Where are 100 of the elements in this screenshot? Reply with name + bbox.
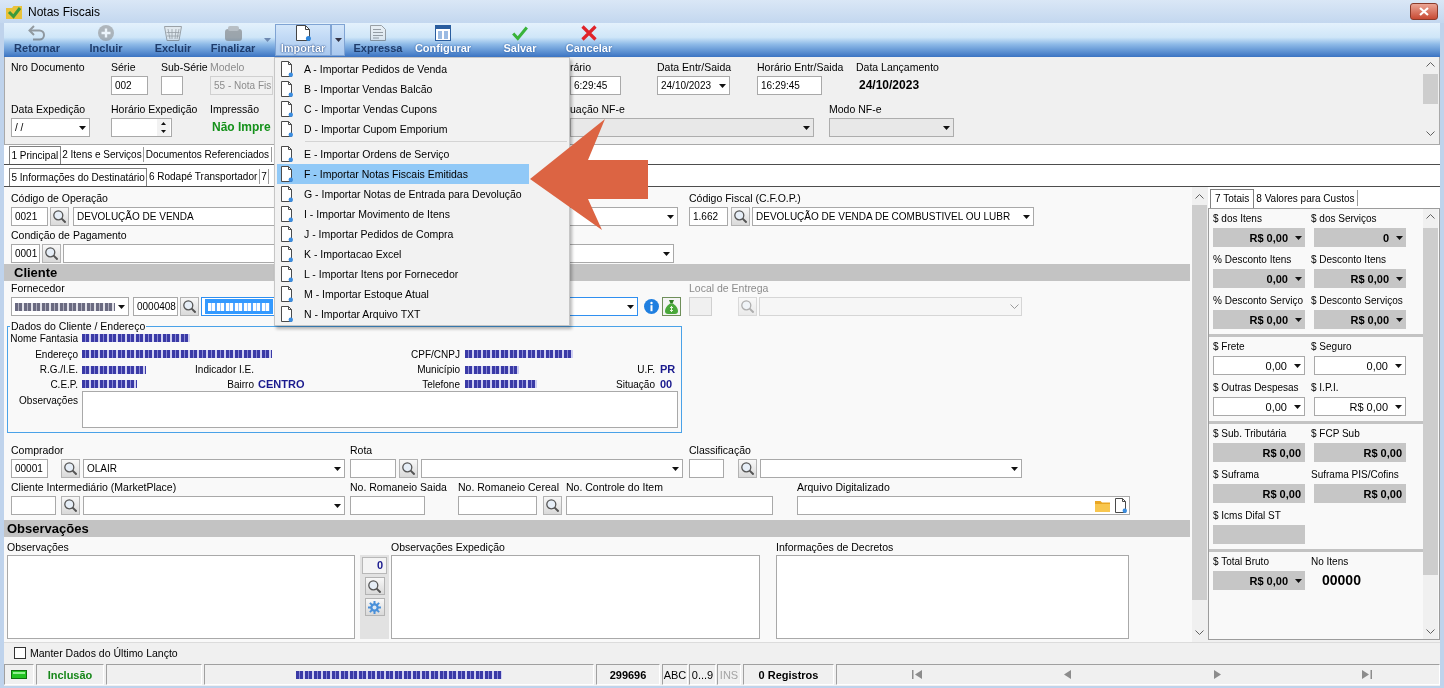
file-input[interactable]	[797, 496, 1130, 515]
money-bag-icon	[665, 299, 678, 314]
menu-item[interactable]: F - Importar Notas Fiscais Emitidas	[277, 164, 529, 184]
close-button[interactable]	[1410, 3, 1438, 20]
tab[interactable]: Documentos Referenciados	[144, 147, 272, 162]
amount-field[interactable]: R$ 0,00	[1314, 397, 1406, 416]
amount-field[interactable]: R$ 0,00	[1314, 443, 1406, 462]
chevron-up-icon	[1195, 194, 1204, 199]
tab[interactable]: 2 Itens e Serviços	[60, 147, 145, 162]
text-area[interactable]	[7, 555, 355, 639]
code-input[interactable]: 00001	[11, 459, 48, 478]
text-input[interactable]	[161, 76, 183, 95]
scrollbar[interactable]	[1423, 209, 1438, 639]
text-input[interactable]: 16:29:45	[757, 76, 822, 95]
last-button[interactable]	[1359, 667, 1375, 682]
menu-item[interactable]: N - Importar Arquivo TXT	[277, 304, 529, 324]
search-button[interactable]	[731, 207, 750, 226]
search-button[interactable]	[543, 496, 562, 515]
settings-button[interactable]	[364, 598, 385, 616]
menu-item[interactable]: A - Importar Pedidos de Venda	[277, 59, 529, 79]
search-button[interactable]	[42, 244, 61, 263]
checkbox[interactable]	[14, 647, 26, 659]
tab[interactable]: 7	[259, 169, 270, 184]
dropdown-button[interactable]	[331, 24, 345, 56]
menu-item[interactable]: G - Importar Notas de Entrada para Devolução	[277, 184, 529, 204]
text-input[interactable]	[458, 496, 537, 515]
time-input[interactable]	[111, 118, 172, 137]
amount-field[interactable]: 0,00	[1213, 269, 1305, 288]
amount-field[interactable]: R$ 0,00	[1314, 269, 1406, 288]
dropdown[interactable]	[570, 118, 814, 137]
code-input[interactable]: 0000408	[133, 297, 178, 316]
code-input[interactable]	[689, 459, 724, 478]
caret-icon	[1294, 276, 1302, 281]
amount-field[interactable]: R$ 0,00	[1314, 484, 1406, 503]
code-input[interactable]	[11, 496, 56, 515]
chevron-down-icon	[1426, 629, 1435, 634]
search-button[interactable]	[738, 459, 757, 478]
caret-icon	[666, 214, 674, 219]
amount-field[interactable]: R$ 0,00	[1213, 484, 1305, 503]
tab[interactable]: 7 Totais	[1210, 189, 1255, 208]
spin-up-button[interactable]	[157, 119, 170, 128]
search-button[interactable]	[399, 459, 418, 478]
amount-field[interactable]: R$ 0,00	[1213, 443, 1305, 462]
tab[interactable]: 5 Informações do Destinatário	[9, 168, 148, 186]
menu-item[interactable]: J - Importar Pedidos de Compra	[277, 224, 529, 244]
amount-field[interactable]: R$ 0,00	[1314, 310, 1406, 329]
text-area[interactable]	[82, 391, 678, 428]
text-area[interactable]	[776, 555, 1129, 639]
code-input[interactable]: 1.662	[689, 207, 728, 226]
return-arrow-icon	[28, 25, 46, 41]
tab[interactable]: 6 Rodapé Transportador	[147, 169, 260, 184]
scrollbar-thumb[interactable]	[1423, 74, 1438, 104]
code-input[interactable]	[350, 459, 396, 478]
dropdown[interactable]: / /	[11, 118, 90, 137]
code-input[interactable]: 0021	[11, 207, 48, 226]
text-input[interactable]	[350, 496, 425, 515]
menu-item[interactable]: B - Importar Vendas Balcão	[277, 79, 529, 99]
menu-item[interactable]: C - Importar Vendas Cupons	[277, 99, 529, 119]
menu-item[interactable]: E - Importar Ordens de Serviço	[277, 144, 529, 164]
caret-icon	[117, 304, 125, 309]
search-button[interactable]	[61, 459, 80, 478]
amount-field[interactable]: 0,00	[1213, 397, 1305, 416]
money-bag-button[interactable]	[662, 297, 681, 316]
tab[interactable]: 8 Valores para Custos	[1254, 190, 1358, 206]
field-label: Comprador	[11, 444, 64, 457]
menu-item[interactable]: I - Importar Movimento de Itens	[277, 204, 529, 224]
dropdown[interactable]: DEVOLUÇÃO DE VENDA DE COMBUSTIVEL OU LUBR	[752, 207, 1034, 226]
document-icon[interactable]	[1115, 498, 1127, 513]
search-button[interactable]	[50, 207, 69, 226]
menu-item[interactable]: M - Importar Estoque Atual	[277, 284, 529, 304]
search-button[interactable]	[180, 297, 199, 316]
trash-icon	[164, 25, 182, 41]
menu-item[interactable]: D - Importar Cupom Emporium	[277, 119, 529, 139]
dropdown[interactable]	[11, 297, 129, 316]
text-input[interactable]: 6:29:45	[570, 76, 621, 95]
tab[interactable]: 1 Principal	[9, 146, 61, 164]
menu-item[interactable]: L - Importar Itens por Fornecedor	[277, 264, 529, 284]
text-input[interactable]	[566, 496, 773, 515]
spin-down-button[interactable]	[157, 127, 170, 136]
text-input[interactable]: 002	[111, 76, 148, 95]
info-button[interactable]	[643, 297, 660, 316]
amount-field[interactable]: 0	[1314, 228, 1406, 247]
scrollbar-thumb[interactable]	[1423, 228, 1438, 575]
date-picker[interactable]: 24/10/2023	[657, 76, 730, 95]
amount-field[interactable]	[1213, 525, 1305, 544]
first-button[interactable]	[909, 667, 925, 682]
search-button[interactable]	[61, 496, 80, 515]
search-button[interactable]	[364, 577, 385, 595]
folder-icon[interactable]	[1095, 499, 1110, 512]
amount-field[interactable]: R$ 0,00	[1213, 310, 1305, 329]
amount-field[interactable]: R$ 0,00	[1213, 571, 1305, 590]
menu-item[interactable]: K - Importacao Excel	[277, 244, 529, 264]
dropdown[interactable]: OLAIR	[83, 459, 345, 478]
amount-field[interactable]: 0,00	[1314, 356, 1406, 375]
code-input[interactable]: 0001	[11, 244, 40, 263]
amount-field[interactable]: 0,00	[1213, 356, 1305, 375]
amount-field[interactable]: R$ 0,00	[1213, 228, 1305, 247]
text-area[interactable]	[391, 555, 760, 639]
section-header: Observações	[4, 520, 1190, 537]
caret-icon	[1294, 317, 1302, 322]
